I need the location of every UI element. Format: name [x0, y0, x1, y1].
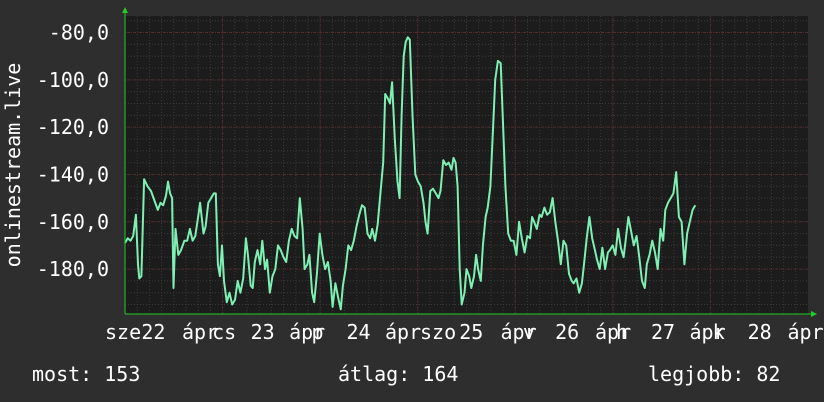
x-tick-label: 24 [347, 320, 371, 344]
x-tick-label: szo [420, 320, 456, 344]
y-tick-label: -80,0 [49, 21, 109, 45]
x-tick-label: h [616, 320, 628, 344]
x-axis-ticks: sze 22 áprcs 23 áprp 24 áprszo 25 áprv 26 áprh 27 áp… [105, 320, 824, 344]
x-tick-label: ápr [385, 320, 421, 344]
y-axis-ticks: -80,0 -100,0 -120,0 -140,0 -160,0 -180,0 [37, 21, 109, 282]
average-value: átlag: 164 [338, 362, 459, 386]
y-axis-label: onlinestream.live [1, 63, 25, 268]
x-tick-label: cs [212, 320, 236, 344]
x-axis-arrow [811, 311, 817, 317]
y-tick-label: -160,0 [37, 210, 109, 234]
line-chart: -80,0-100,0-120,0-140,0-160,0-180,0 sze 2… [1, 7, 824, 344]
x-tick-label: k [713, 320, 725, 344]
x-tick-label: 25 [459, 320, 483, 344]
y-axis-arrow [122, 7, 128, 13]
y-tick-label: -120,0 [37, 115, 109, 139]
best-value: legjobb: 82 [648, 362, 781, 386]
x-tick-label: 27 [651, 320, 675, 344]
x-tick-label: sze [105, 320, 141, 344]
x-tick-label: p [312, 320, 324, 344]
x-tick-label: v [523, 320, 535, 344]
x-tick-label: 23 [251, 320, 275, 344]
x-tick-label: ápr [788, 320, 824, 344]
x-tick-label: 28 [748, 320, 772, 344]
current-value: most: 153 [32, 362, 141, 386]
x-tick-label: 22 [141, 320, 165, 344]
y-tick-label: -140,0 [37, 162, 109, 186]
x-tick-label: 26 [555, 320, 579, 344]
y-tick-label: -100,0 [37, 68, 109, 92]
y-tick-label: -180,0 [37, 257, 109, 281]
